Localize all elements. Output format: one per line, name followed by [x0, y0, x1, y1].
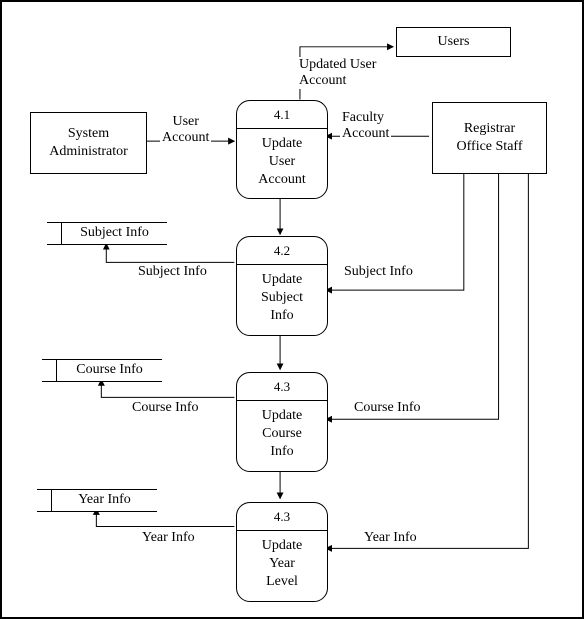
store-year-info: Year Info	[37, 489, 157, 512]
entity-system-admin: System Administrator	[30, 112, 147, 174]
store-course-info: Course Info	[42, 359, 162, 382]
process-update-course-info: 4.3 Update Course Info	[236, 372, 328, 472]
store-label: Subject Info	[62, 223, 167, 244]
entity-users: Users	[396, 27, 511, 57]
flow-course-info-in: Course Info	[352, 400, 423, 416]
store-subject-info: Subject Info	[47, 222, 167, 245]
flow-user-account: User Account	[160, 114, 211, 146]
flow-year-info-out: Year Info	[140, 530, 197, 546]
process-id: 4.3	[237, 379, 327, 401]
store-bar	[42, 360, 57, 381]
process-name: Update Year Level	[262, 538, 302, 589]
store-label: Course Info	[57, 360, 162, 381]
store-bar	[37, 490, 52, 511]
process-update-year-level: 4.3 Update Year Level	[236, 502, 328, 602]
flow-updated-user-account: Updated User Account	[297, 57, 378, 89]
process-name: Update Subject Info	[261, 272, 303, 323]
process-id: 4.2	[237, 243, 327, 265]
process-update-user-account: 4.1 Update User Account	[236, 100, 328, 199]
store-label: Year Info	[52, 490, 157, 511]
process-name: Update Course Info	[262, 408, 302, 459]
process-id: 4.1	[237, 107, 327, 129]
process-id: 4.3	[237, 509, 327, 531]
store-bar	[47, 223, 62, 244]
process-update-subject-info: 4.2 Update Subject Info	[236, 236, 328, 336]
flow-faculty-account: Faculty Account	[340, 110, 391, 142]
entity-registrar: Registrar Office Staff	[432, 102, 547, 174]
flow-subject-info-in: Subject Info	[342, 264, 415, 280]
flow-subject-info-out: Subject Info	[136, 264, 209, 280]
flow-year-info-in: Year Info	[362, 530, 419, 546]
process-name: Update User Account	[258, 136, 305, 187]
dfd-diagram: System Administrator Registrar Office St…	[0, 0, 584, 619]
flow-course-info-out: Course Info	[130, 400, 201, 416]
